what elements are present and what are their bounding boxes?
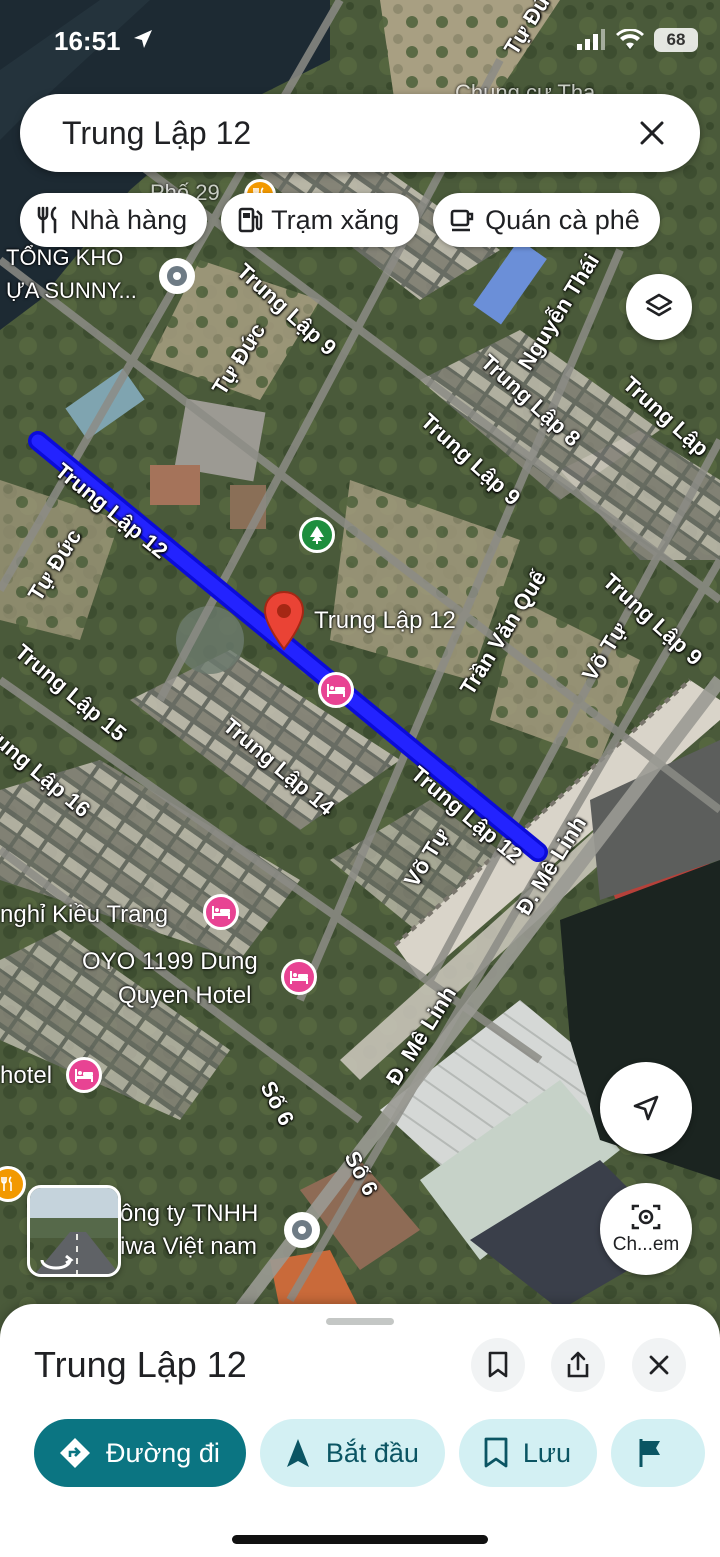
layers-button[interactable] [626, 274, 692, 340]
poi-label-hotel[interactable]: hotel [0, 1062, 52, 1090]
street-view-thumbnail[interactable] [27, 1185, 121, 1277]
bookmark-button[interactable] [471, 1338, 525, 1392]
lens-camera-button[interactable]: Ch...em [600, 1183, 692, 1275]
share-button[interactable] [551, 1338, 605, 1392]
directions-icon [60, 1438, 90, 1468]
poi-pin-hotel[interactable] [203, 894, 239, 930]
directions-label: Đường đi [106, 1437, 220, 1468]
poi-label-tong-kho[interactable]: ỰA SUNNY... [6, 278, 137, 304]
chip-gas-stations[interactable]: Trạm xăng [221, 193, 420, 247]
search-bar[interactable]: Trung Lập 12 [20, 94, 700, 172]
restaurant-icon [1, 1176, 12, 1191]
search-input[interactable]: Trung Lập 12 [62, 115, 632, 152]
navigation-arrow-icon [633, 1095, 659, 1121]
bed-icon [290, 971, 308, 984]
place-bottom-sheet[interactable]: Trung Lập 12 Đường đi Bắt đầu Lưu [0, 1304, 720, 1557]
bed-icon [75, 1069, 93, 1082]
chip-label: Trạm xăng [271, 204, 400, 235]
street-view-image [30, 1188, 118, 1274]
chip-label: Nhà hàng [70, 204, 188, 235]
poi-pin-generic[interactable] [159, 258, 195, 294]
category-chips: Nhà hàng Trạm xăng Quán cà phê [20, 193, 660, 247]
poi-label-cong-ty[interactable]: ông ty TNHH [120, 1200, 258, 1228]
directions-button[interactable]: Đường đi [34, 1419, 246, 1487]
save-button[interactable]: Lưu [458, 1419, 598, 1487]
flag-icon [639, 1439, 661, 1467]
tree-icon [310, 526, 324, 544]
more-actions-button[interactable] [611, 1419, 706, 1487]
camera-lens-icon [631, 1204, 661, 1230]
poi-label-kieu-trang[interactable]: nghỉ Kiều Trang [0, 901, 168, 929]
poi-pin-hotel[interactable] [66, 1057, 102, 1093]
navigation-start-icon [286, 1439, 309, 1467]
start-label: Bắt đầu [325, 1437, 419, 1468]
camera-button-label: Ch...em [612, 1234, 680, 1255]
status-time: 16:51 [54, 26, 121, 56]
poi-pin-park[interactable] [299, 517, 335, 553]
selected-pin-label: Trung Lập 12 [314, 607, 456, 634]
circle-marker-icon [292, 1220, 312, 1240]
bed-icon [327, 684, 345, 697]
poi-label-tong-kho[interactable]: TỔNG KHO [6, 245, 123, 271]
poi-label-oyo-hotel[interactable]: OYO 1199 Dung [82, 948, 258, 976]
place-title: Trung Lập 12 [34, 1344, 247, 1385]
share-icon [567, 1351, 589, 1378]
start-navigation-button[interactable]: Bắt đầu [259, 1419, 445, 1487]
my-location-button[interactable] [600, 1062, 692, 1154]
gas-station-icon [238, 207, 263, 233]
bed-icon [212, 906, 230, 919]
save-label: Lưu [522, 1437, 572, 1468]
home-indicator [232, 1535, 488, 1544]
chip-restaurants[interactable]: Nhà hàng [20, 193, 208, 247]
poi-pin-hotel[interactable] [318, 672, 354, 708]
location-arrow-icon [134, 30, 152, 48]
poi-label-oyo-hotel[interactable]: Quyen Hotel [118, 982, 251, 1010]
wifi-icon [616, 29, 644, 49]
poi-pin-hotel[interactable] [281, 959, 317, 995]
restaurant-icon [37, 206, 57, 234]
layers-icon [645, 293, 673, 317]
bookmark-icon [488, 1351, 508, 1378]
poi-label-cong-ty[interactable]: iwa Việt nam [120, 1233, 257, 1261]
chip-coffee[interactable]: Quán cà phê [433, 193, 660, 247]
status-icons: 68 [576, 28, 698, 52]
coffee-icon [450, 209, 474, 232]
close-icon [640, 121, 664, 145]
close-icon [649, 1355, 669, 1375]
action-buttons: Đường đi Bắt đầu Lưu [34, 1419, 706, 1487]
sheet-drag-handle[interactable] [326, 1318, 394, 1325]
close-sheet-button[interactable] [632, 1338, 686, 1392]
poi-pin-generic[interactable] [284, 1212, 320, 1248]
bookmark-icon [484, 1437, 508, 1468]
battery-indicator: 68 [654, 28, 698, 52]
chip-label: Quán cà phê [485, 204, 640, 235]
clear-search-button[interactable] [632, 113, 672, 153]
circle-marker-icon [167, 266, 187, 286]
signal-icon [577, 29, 605, 50]
status-bar: 16:51 68 [0, 0, 720, 80]
selected-location-pin-icon[interactable] [262, 590, 306, 652]
